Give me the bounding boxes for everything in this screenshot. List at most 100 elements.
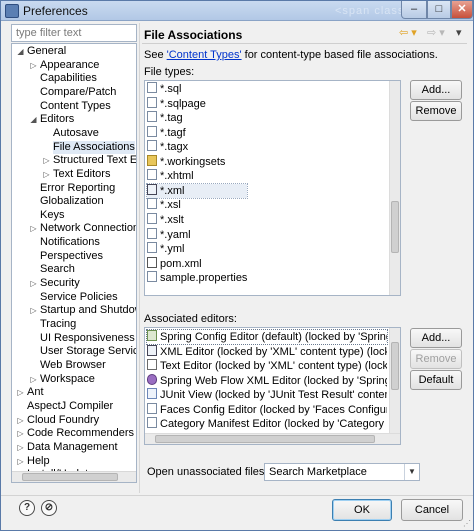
editors-horizontal-scrollbar[interactable] [145,433,400,444]
tree-twisty-icon[interactable]: ▷ [16,386,25,399]
import-export-icon[interactable]: ⊘ [41,500,57,516]
tree-twisty-icon[interactable]: ▷ [29,277,38,290]
filter-input[interactable]: type filter text [11,24,137,42]
remove-editor-button[interactable]: Remove [410,349,462,369]
tree-item[interactable]: Perspectives [40,250,103,263]
tree-twisty-icon[interactable]: ▷ [29,373,38,386]
open-unassociated-select[interactable]: Search Marketplace ▼ [264,463,420,481]
tree-item[interactable]: AspectJ Compiler [27,400,113,413]
file-type-item[interactable]: *.xml [146,182,248,199]
scroll-thumb[interactable] [391,201,399,253]
tree-twisty-icon[interactable]: ◢ [29,113,38,126]
file-type-item[interactable]: *.tagf [147,125,186,140]
tree-item[interactable]: Startup and Shutdown [40,304,136,317]
tree-item[interactable]: Workspace [40,373,95,386]
tree-item[interactable]: UI Responsiveness [40,332,135,345]
editor-item[interactable]: XML Editor (locked by 'XML' content type… [147,344,387,359]
tree-item[interactable]: Tracing [40,318,76,331]
add-editor-button[interactable]: Add... [410,328,462,348]
file-type-item[interactable]: *.xsl [147,198,181,212]
tree-item[interactable]: Capabilities [40,72,97,85]
remove-file-type-button[interactable]: Remove [410,101,462,121]
scroll-thumb[interactable] [155,435,375,443]
tree-twisty-icon[interactable]: ▷ [16,455,25,468]
tree-item[interactable]: Security [40,277,80,290]
editor-item[interactable]: Spring Config Editor (default) (locked b… [146,329,388,345]
default-editor-button[interactable]: Default [410,370,462,390]
tree-item[interactable]: Text Editors [53,168,110,181]
resize-grip-icon[interactable]: ⋰ [463,519,471,528]
title-bar[interactable]: Preferences <span class – □ ✕ [1,1,473,21]
file-type-item[interactable]: *.yml [147,242,184,256]
tree-item[interactable]: Error Reporting [40,182,115,195]
tree-item[interactable]: Web Browser [40,359,106,372]
editor-item[interactable]: JUnit View (locked by 'JUnit Test Result… [147,388,387,402]
tree-item[interactable]: Ant [27,386,44,399]
back-button[interactable]: ⇦ ▾ [399,26,417,40]
file-type-item[interactable]: *.xslt [147,212,184,227]
content-types-link[interactable]: 'Content Types' [167,49,242,61]
tree-horizontal-scrollbar[interactable] [12,471,136,482]
tree-item[interactable]: Appearance [40,59,99,72]
scroll-thumb[interactable] [22,473,118,481]
file-types-list[interactable]: *.sql *.sqlpage *.tag *.tagf *.tagx *.working… [144,80,401,296]
tree-item[interactable]: Data Management [27,441,118,454]
tree-item[interactable]: Globalization [40,195,104,208]
tree-twisty-icon[interactable]: ▷ [42,154,51,167]
tree-item[interactable]: File Associations [53,140,135,154]
editor-item[interactable]: Spring Web Flow XML Editor (locked by 'S… [147,373,387,388]
view-menu-button[interactable]: ▾ [456,26,462,40]
tree-item[interactable]: Keys [40,209,64,222]
tree-item[interactable]: General [27,45,66,58]
chevron-down-icon[interactable]: ▼ [404,464,419,480]
forward-button[interactable]: ⇨ ▾ [427,26,445,40]
tree-item[interactable]: Network Connections [40,222,136,235]
tree-item[interactable]: Notifications [40,236,100,249]
file-type-item[interactable]: *.xhtml [147,169,194,183]
cancel-button[interactable]: Cancel [401,499,463,521]
file-type-item[interactable]: *.workingsets [147,154,225,169]
tree-item[interactable]: Cloud Foundry [27,414,99,427]
help-icon[interactable]: ? [19,500,35,516]
editor-label: JUnit View (locked by 'JUnit Test Result… [160,389,387,401]
scroll-thumb[interactable] [391,342,399,390]
editor-item[interactable]: Faces Config Editor (locked by 'Faces Co… [147,402,387,417]
tree-item[interactable]: Service Policies [40,291,118,304]
editor-item[interactable]: Text Editor (locked by 'XML' content typ… [147,359,387,373]
preferences-tree[interactable]: ◢ General ▷ Appearance Capabilities Compare/P… [11,43,137,483]
tree-item[interactable]: Help [27,455,50,468]
tree-item[interactable]: Compare/Patch [40,86,116,99]
tree-item[interactable]: User Storage Service [40,345,136,358]
tree-item[interactable]: Autosave [53,127,99,140]
file-type-item[interactable]: sample.properties [147,271,247,285]
maximize-button[interactable]: □ [427,1,451,19]
tree-item[interactable]: Code Recommenders [27,427,134,440]
editor-item[interactable]: Category Manifest Editor (locked by 'Cat… [147,417,387,431]
tree-item[interactable]: Editors [40,113,74,126]
tree-twisty-icon[interactable]: ▷ [29,59,38,72]
file-type-item[interactable]: *.yaml [147,227,191,242]
panel-divider[interactable] [139,23,140,493]
tree-twisty-icon[interactable]: ▷ [42,168,51,181]
close-button[interactable]: ✕ [451,1,473,19]
file-type-item[interactable]: *.sql [147,82,181,96]
add-file-type-button[interactable]: Add... [410,80,462,100]
tree-item[interactable]: Search [40,263,75,276]
file-type-item[interactable]: *.tagx [147,140,188,154]
associated-editors-list[interactable]: Spring Config Editor (default) (locked b… [144,327,401,445]
file-type-item[interactable]: pom.xml [147,256,202,271]
ok-button[interactable]: OK [332,499,392,521]
minimize-button[interactable]: – [401,1,427,19]
tree-twisty-icon[interactable]: ▷ [16,414,25,427]
file-type-item[interactable]: *.sqlpage [147,96,206,111]
tree-twisty-icon[interactable]: ◢ [16,45,25,58]
file-types-scrollbar[interactable] [389,81,400,295]
tree-item[interactable]: Structured Text Editors [53,154,136,167]
tree-twisty-icon[interactable]: ▷ [16,441,25,454]
tree-twisty-icon[interactable]: ▷ [29,222,38,235]
tree-twisty-icon[interactable]: ▷ [16,427,25,440]
editors-vertical-scrollbar[interactable] [389,328,400,433]
tree-twisty-icon[interactable]: ▷ [29,304,38,317]
file-type-item[interactable]: *.tag [147,111,183,125]
tree-item[interactable]: Content Types [40,100,111,113]
